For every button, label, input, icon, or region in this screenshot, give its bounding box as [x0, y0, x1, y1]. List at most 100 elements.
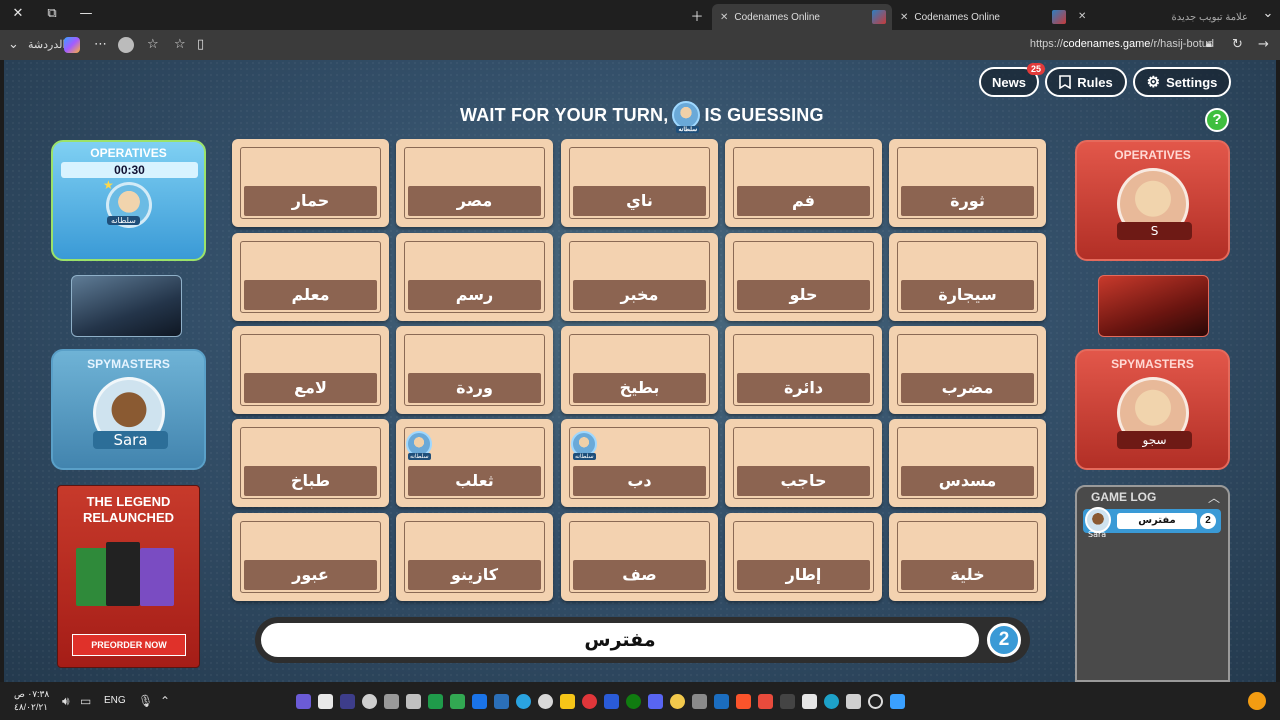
word-card[interactable]: مضرب	[889, 326, 1046, 414]
tab-close-icon[interactable]: ✕	[1078, 11, 1086, 22]
more-icon[interactable]: ⋯	[94, 37, 107, 52]
app-icon[interactable]	[758, 694, 773, 709]
app-icon[interactable]	[582, 694, 597, 709]
refresh-icon[interactable]: ↻	[1232, 37, 1243, 52]
sidebar-chat-label[interactable]: الدردشة	[28, 38, 66, 51]
word-card[interactable]: حمار	[232, 139, 389, 227]
app-icon[interactable]	[384, 694, 399, 709]
browser-tab[interactable]: ✕ Codenames Online	[712, 4, 892, 30]
network-icon[interactable]: ▭	[80, 694, 91, 708]
tab-close-icon[interactable]: ✕	[900, 12, 908, 23]
app-icon[interactable]	[560, 694, 575, 709]
close-icon[interactable]: ✕	[8, 6, 28, 21]
tab-close-icon[interactable]: ✕	[720, 12, 728, 23]
word-card[interactable]: ثورة	[889, 139, 1046, 227]
word-card[interactable]: سلطانه دب	[561, 419, 718, 507]
app-icon[interactable]	[406, 694, 421, 709]
url-field[interactable]: https://codenames.game/r/hasij-botud	[1030, 38, 1214, 50]
language-indicator[interactable]: ENG	[104, 695, 126, 706]
search-icon[interactable]	[868, 694, 883, 709]
app-icon[interactable]	[780, 694, 795, 709]
word-card[interactable]: إطار	[725, 513, 882, 601]
app-icon[interactable]	[296, 694, 311, 709]
copilot-icon[interactable]	[64, 37, 80, 53]
new-tab-icon[interactable]: ＋	[687, 6, 707, 25]
turn-timer: 00:30	[61, 162, 198, 178]
preorder-button[interactable]: PREORDER NOW	[72, 634, 186, 656]
red-spymasters-panel[interactable]: SPYMASTERS سجو	[1075, 349, 1230, 470]
chevron-up-icon[interactable]: ︿	[1208, 489, 1220, 506]
xbox-icon[interactable]	[626, 694, 641, 709]
word-card[interactable]: سلطانه ثعلب	[396, 419, 553, 507]
profile-icon[interactable]	[118, 37, 134, 53]
app-icon[interactable]	[604, 694, 619, 709]
favorites-icon[interactable]: ☆	[147, 37, 159, 52]
word-card[interactable]: كازينو	[396, 513, 553, 601]
file-icon[interactable]	[318, 694, 333, 709]
word-card[interactable]: سيجارة	[889, 233, 1046, 321]
browser-tab[interactable]: ✕ علامة تبويب جديدة	[1076, 4, 1256, 30]
chevron-down-icon[interactable]: ⌄	[8, 37, 19, 52]
word-card[interactable]: لامع	[232, 326, 389, 414]
word-card[interactable]: حاجب	[725, 419, 882, 507]
blue-spymasters-panel[interactable]: SPYMASTERS Sara	[51, 349, 206, 470]
browser-tab[interactable]: ✕ Codenames Online	[892, 4, 1072, 30]
word-card[interactable]: عبور	[232, 513, 389, 601]
news-button[interactable]: News 25	[979, 63, 1045, 97]
word-card[interactable]: مسدس	[889, 419, 1046, 507]
steam-icon[interactable]	[714, 694, 729, 709]
word-card[interactable]: رسم	[396, 233, 553, 321]
app-icon[interactable]	[802, 694, 817, 709]
chevron-up-icon[interactable]: ⌃	[160, 694, 170, 708]
help-button[interactable]: ?	[1205, 108, 1229, 132]
app-icon[interactable]	[472, 694, 487, 709]
word-card[interactable]: ناي	[561, 139, 718, 227]
excel-icon[interactable]	[428, 694, 443, 709]
lock-icon[interactable]: 🔒︎	[1206, 37, 1212, 51]
word-card[interactable]: بطيخ	[561, 326, 718, 414]
app-icon[interactable]	[692, 694, 707, 709]
word-card[interactable]: دائرة	[725, 326, 882, 414]
word-card[interactable]: معلم	[232, 233, 389, 321]
app-icon[interactable]	[846, 694, 861, 709]
pick-player-name: سلطانه	[408, 453, 431, 460]
edge-icon[interactable]	[824, 694, 839, 709]
back-icon[interactable]: →	[1258, 37, 1269, 52]
app-icon[interactable]	[340, 694, 355, 709]
word-card[interactable]: حلو	[725, 233, 882, 321]
app-icon[interactable]	[670, 694, 685, 709]
start-icon[interactable]	[890, 694, 905, 709]
card-word: إطار	[737, 560, 870, 590]
word-card[interactable]: طباخ	[232, 419, 389, 507]
brave-icon[interactable]	[736, 694, 751, 709]
word-card[interactable]: مصر	[396, 139, 553, 227]
app-icon[interactable]	[494, 694, 509, 709]
word-card[interactable]: فم	[725, 139, 882, 227]
word-card[interactable]: مخبر	[561, 233, 718, 321]
app-icon[interactable]	[538, 694, 553, 709]
rules-button[interactable]: Rules	[1045, 67, 1127, 97]
word-card[interactable]: خلية	[889, 513, 1046, 601]
star-icon[interactable]: ☆	[174, 37, 186, 52]
restore-icon[interactable]: ⧉	[42, 6, 62, 21]
blue-operatives-panel[interactable]: OPERATIVES 00:30 ★ سلطانه	[51, 140, 206, 261]
clue-number: 2	[987, 623, 1021, 657]
notification-icon[interactable]	[1248, 692, 1266, 710]
settings-button[interactable]: ⚙ Settings	[1133, 67, 1231, 97]
app-icon[interactable]	[362, 694, 377, 709]
tab-list-chevron-icon[interactable]: ⌄	[1258, 6, 1278, 21]
microphone-icon[interactable]: 🎙︎	[138, 694, 153, 708]
word-card[interactable]: صف	[561, 513, 718, 601]
log-player-name: Sara	[1088, 530, 1107, 539]
telegram-icon[interactable]	[516, 694, 531, 709]
word-card[interactable]: وردة	[396, 326, 553, 414]
split-screen-icon[interactable]: ▯	[197, 37, 204, 52]
red-operatives-panel[interactable]: OPERATIVES S	[1075, 140, 1230, 261]
taskbar-clock[interactable]: ٠٧:٣٨ ص ٤٨/٠٢/٢١	[14, 688, 49, 714]
discord-icon[interactable]	[648, 694, 663, 709]
minimize-icon[interactable]: —	[76, 6, 96, 21]
app-icon[interactable]	[450, 694, 465, 709]
promo-banner[interactable]: THE LEGEND RELAUNCHED PREORDER NOW	[57, 485, 200, 668]
game-log-panel[interactable]: GAME LOG ︿ Sara مفترس 2	[1075, 485, 1230, 682]
volume-icon[interactable]: 🔊︎	[62, 694, 70, 709]
